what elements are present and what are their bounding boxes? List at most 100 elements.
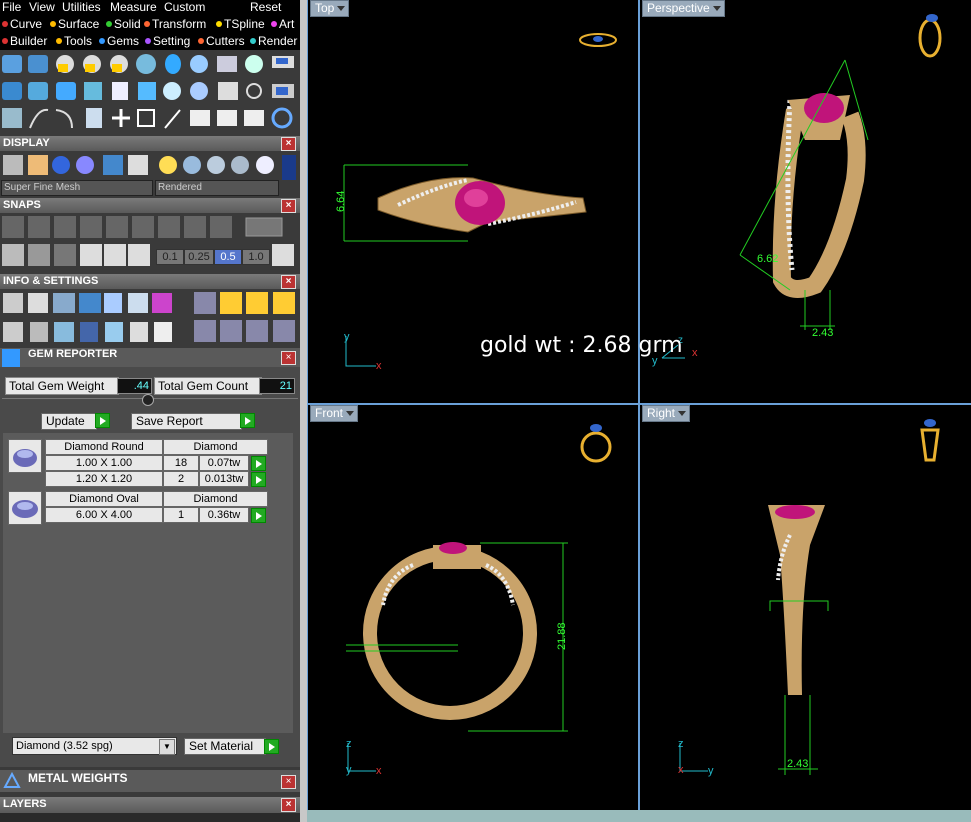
snap-0.1[interactable]: 0.1: [156, 249, 184, 265]
tab-label: Setting: [153, 34, 191, 48]
snap-0.25[interactable]: 0.25: [184, 249, 214, 265]
top-dimension-label: 6.64: [335, 191, 347, 212]
tab-tspline[interactable]: TSpline: [216, 17, 265, 31]
info-close-button[interactable]: ×: [281, 275, 296, 289]
metal-weights-close-button[interactable]: ×: [281, 775, 296, 789]
menu-utilities[interactable]: Utilities: [62, 0, 101, 14]
tool-row-2-icons[interactable]: [2, 82, 294, 100]
metal-weights-header[interactable]: METAL WEIGHTS ×: [0, 770, 300, 792]
viewport-perspective[interactable]: Perspective 6.62 2.43 y z x: [640, 0, 971, 403]
layers-close-button[interactable]: ×: [281, 798, 296, 812]
snap-1.0[interactable]: 1.0: [242, 249, 270, 265]
tab-curve[interactable]: Curve: [2, 17, 42, 31]
tab-dot-icon: [2, 38, 8, 44]
gem-size: 1.00 X 1.00: [45, 455, 163, 471]
axis-indicator: z x y: [678, 738, 714, 777]
tab-label: Cutters: [206, 34, 245, 48]
tab-builder[interactable]: Builder: [2, 34, 47, 48]
gem-reporter-header[interactable]: GEM REPORTER ×: [0, 348, 300, 368]
display-icons[interactable]: [0, 152, 300, 180]
gem-material: Diamond: [163, 491, 268, 507]
mesh-quality-select[interactable]: Super Fine Mesh: [1, 180, 153, 196]
tab-label: Gems: [107, 34, 140, 48]
panel-splitter[interactable]: [300, 0, 307, 822]
tab-transform[interactable]: Transform: [144, 17, 206, 31]
tab-tools[interactable]: Tools: [56, 34, 92, 48]
display-header[interactable]: DISPLAY ×: [0, 136, 300, 151]
gem-weight: 0.013tw: [199, 471, 249, 487]
snaps-header[interactable]: SNAPS ×: [0, 198, 300, 213]
total-gem-count-value: 21: [259, 378, 295, 394]
tab-dot-icon: [198, 38, 204, 44]
chevron-down-icon[interactable]: ▼: [159, 739, 175, 755]
total-gem-count-label: Total Gem Count: [154, 377, 262, 395]
svg-text:y: y: [346, 764, 352, 776]
tab-dot-icon: [2, 21, 8, 27]
perspective-view-render: 6.62 2.43 y z x: [652, 14, 942, 367]
tool-row-1-icons[interactable]: [2, 54, 294, 74]
render-mode-select[interactable]: Rendered: [155, 180, 279, 196]
tab-dot-icon: [216, 21, 222, 27]
gem-reporter-title: GEM REPORTER: [28, 348, 118, 360]
tab-row-2: Builder Tools Gems Setting Cutters Rende…: [0, 33, 300, 50]
tab-label: TSpline: [224, 17, 265, 31]
gem-size: 1.20 X 1.20: [45, 471, 163, 487]
snaps-close-button[interactable]: ×: [281, 199, 296, 213]
tab-label: Curve: [10, 17, 43, 31]
svg-text:y: y: [344, 331, 350, 343]
tab-label: Surface: [58, 17, 100, 31]
layers-title: LAYERS: [3, 798, 47, 810]
gem-material: Diamond: [163, 439, 268, 455]
oval-gem-icon: [8, 491, 42, 525]
axis-indicator: z y x: [346, 738, 382, 777]
tab-setting[interactable]: Setting: [145, 34, 190, 48]
info-header[interactable]: INFO & SETTINGS ×: [0, 274, 300, 289]
gem-reporter-close-button[interactable]: ×: [281, 351, 296, 365]
gem-row-select-icon[interactable]: [251, 472, 266, 487]
tab-row-1: Curve Surface Solid Transform TSpline Ar…: [0, 16, 300, 33]
collapse-handle[interactable]: [142, 394, 154, 406]
metal-weights-title: METAL WEIGHTS: [28, 771, 128, 785]
save-report-go-icon[interactable]: [240, 413, 255, 428]
tab-label: Builder: [10, 34, 48, 48]
tab-art[interactable]: Art: [271, 17, 294, 31]
tab-surface[interactable]: Surface: [50, 17, 99, 31]
set-material-go-icon[interactable]: [264, 739, 279, 754]
right-dimension-label: 2.43: [787, 758, 808, 770]
tab-cutters[interactable]: Cutters: [198, 34, 245, 48]
tab-solid[interactable]: Solid: [106, 17, 141, 31]
material-select[interactable]: Diamond (3.52 spg) ▼: [12, 737, 177, 755]
snaps-tools: 0.1 0.25 0.5 1.0: [0, 214, 300, 272]
set-material-button[interactable]: Set Material: [184, 738, 266, 755]
layers-header[interactable]: LAYERS ×: [0, 797, 300, 813]
tab-render[interactable]: Render: [250, 34, 297, 48]
update-go-icon[interactable]: [95, 413, 110, 428]
save-report-button[interactable]: Save Report: [131, 413, 242, 430]
gem-row-select-icon[interactable]: [251, 456, 266, 471]
gem-row-select-icon[interactable]: [251, 508, 266, 523]
tab-gems[interactable]: Gems: [99, 34, 139, 48]
viewport-front[interactable]: Front 21.88 z y x: [308, 405, 638, 810]
tool-row-3-icons[interactable]: [2, 107, 293, 129]
update-button[interactable]: Update: [41, 413, 97, 430]
menu-reset[interactable]: Reset: [250, 0, 281, 14]
svg-text:z: z: [678, 738, 684, 750]
display-close-button[interactable]: ×: [281, 137, 296, 151]
snap-0.5[interactable]: 0.5: [214, 249, 242, 265]
menu-measure[interactable]: Measure: [110, 0, 157, 14]
svg-text:z: z: [346, 738, 352, 750]
front-ring-thumbnail-icon: [580, 424, 612, 463]
perspective-dimension-label: 2.43: [812, 327, 833, 339]
tab-label: Solid: [114, 17, 141, 31]
menu-custom[interactable]: Custom: [164, 0, 205, 14]
tab-dot-icon: [145, 38, 151, 44]
right-view-render: 2.43 z x y: [678, 419, 940, 777]
perspective-dimension-label: 6.62: [757, 253, 778, 265]
menu-view[interactable]: View: [29, 0, 55, 14]
svg-text:y: y: [708, 765, 714, 777]
info-icons[interactable]: [0, 290, 300, 348]
menu-file[interactable]: File: [2, 0, 21, 14]
viewport-right[interactable]: Right 2.43 z x y: [640, 405, 971, 810]
info-title: INFO & SETTINGS: [3, 275, 99, 287]
tab-dot-icon: [106, 21, 112, 27]
